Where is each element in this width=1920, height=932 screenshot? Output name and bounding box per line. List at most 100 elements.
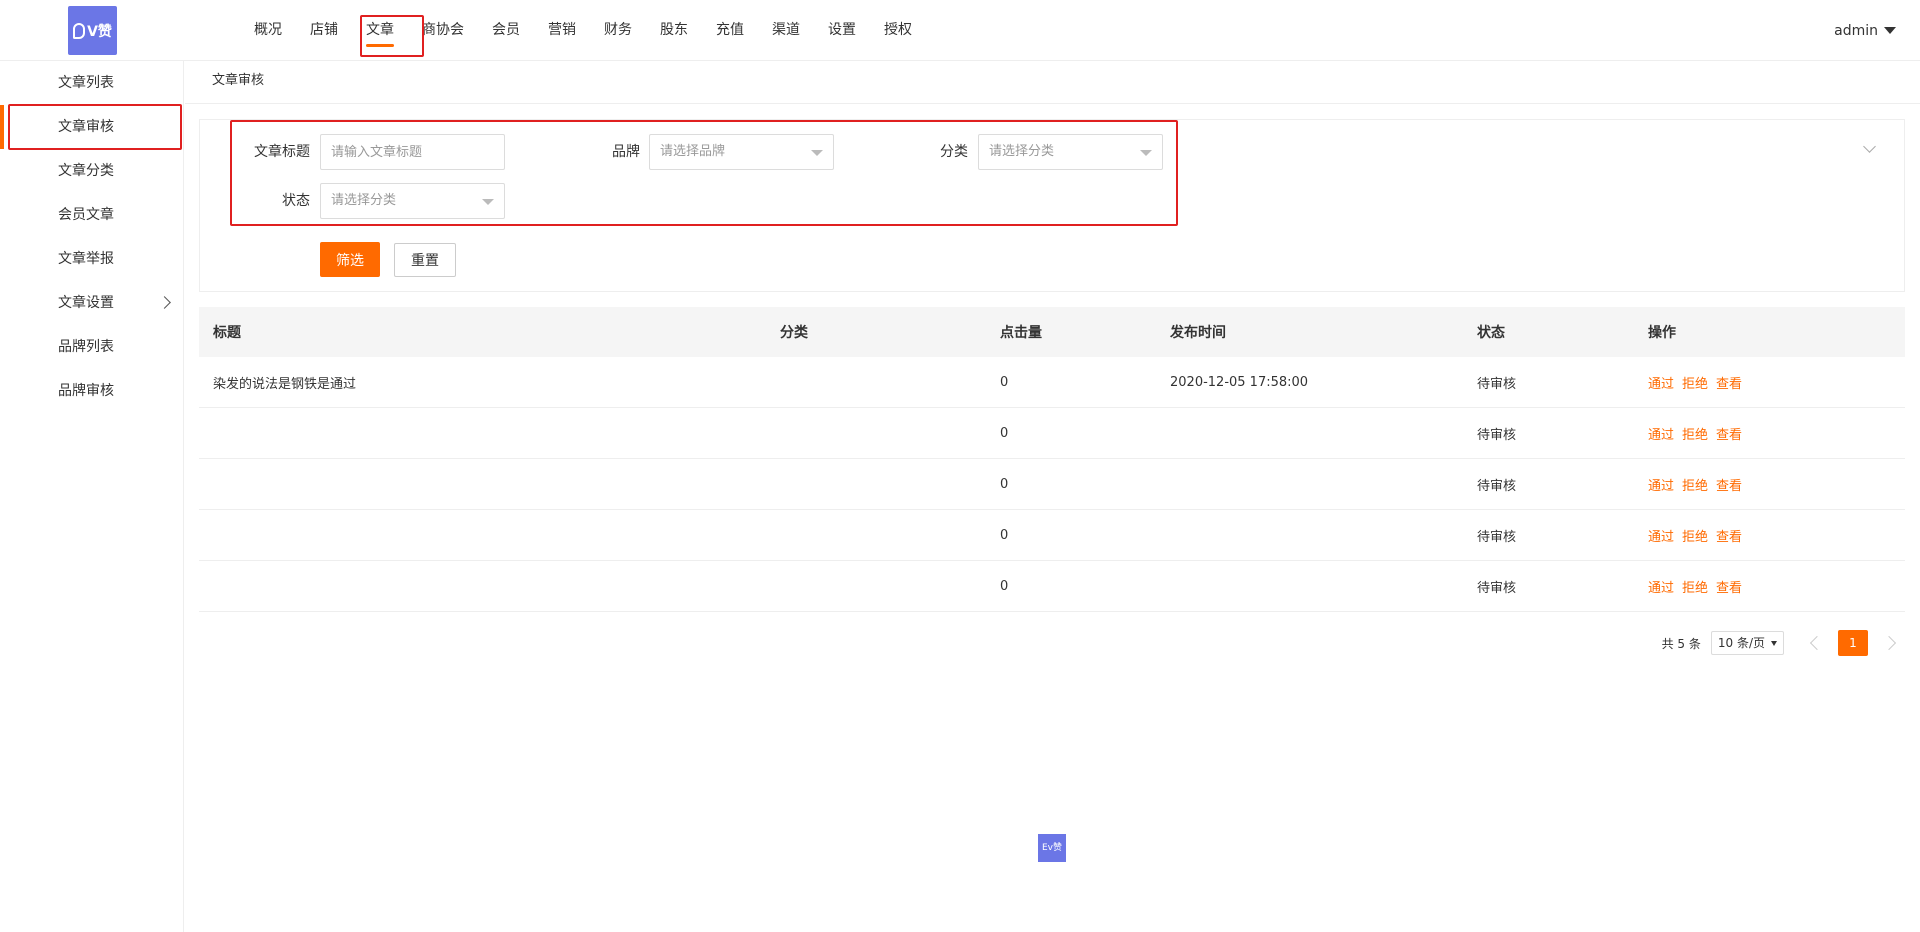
logo-text: V赞	[87, 23, 112, 40]
view-link[interactable]: 查看	[1716, 377, 1742, 392]
approve-link[interactable]: 通过	[1648, 479, 1674, 494]
category-select-placeholder: 请选择分类	[989, 144, 1055, 159]
reject-link[interactable]: 拒绝	[1682, 479, 1708, 494]
page-number-current[interactable]: 1	[1838, 630, 1868, 656]
page-size-select[interactable]: 10 条/页	[1710, 631, 1784, 655]
prev-page-icon[interactable]	[1809, 635, 1825, 651]
user-name: admin	[1834, 22, 1878, 39]
chevron-right-icon	[158, 296, 171, 309]
sidebar-item-5[interactable]: 文章设置	[0, 281, 183, 325]
sidebar-item-0[interactable]: 文章列表	[0, 61, 183, 105]
nav-item-4[interactable]: 会员	[478, 0, 534, 61]
status-filter-label: 状态	[282, 193, 310, 209]
table-row: 0 待审核 通过 拒绝 查看	[199, 459, 1905, 510]
logo-e-mark	[73, 22, 86, 39]
cell-publish-time: 2020-12-05 17:58:00	[1170, 374, 1309, 390]
nav-item-0[interactable]: 概况	[240, 0, 296, 61]
title-search-input[interactable]	[320, 134, 505, 170]
collapse-chevron-icon[interactable]	[1863, 140, 1876, 153]
filter-reset-button[interactable]: 重置	[394, 243, 456, 277]
pagination-total: 共 5 条	[1661, 636, 1701, 651]
cell-actions: 通过 拒绝 查看	[1648, 526, 1905, 545]
sidebar-item-label: 品牌审核	[58, 383, 114, 399]
sidebar-active-indicator	[0, 105, 4, 149]
approve-link[interactable]: 通过	[1648, 581, 1674, 596]
cell-clicks: 0	[1000, 527, 1009, 543]
nav-item-label: 文章	[366, 22, 394, 38]
cell-status: 待审核	[1477, 427, 1517, 443]
nav-item-label: 概况	[254, 22, 282, 38]
cell-actions: 通过 拒绝 查看	[1648, 475, 1905, 494]
sidebar-item-2[interactable]: 文章分类	[0, 149, 183, 193]
sidebar-item-1[interactable]: 文章审核	[0, 105, 183, 149]
view-link[interactable]: 查看	[1716, 479, 1742, 494]
sidebar-item-label: 文章分类	[58, 163, 114, 179]
approve-link[interactable]: 通过	[1648, 530, 1674, 545]
breadcrumb: 文章审核	[185, 61, 1920, 104]
reject-link[interactable]: 拒绝	[1682, 428, 1708, 443]
header-category: 分类	[780, 325, 808, 341]
nav-item-2[interactable]: 文章	[352, 0, 408, 61]
filter-submit-button[interactable]: 筛选	[320, 242, 380, 277]
main-nav: 概况 店铺 文章 商协会 会员 营销 财务 股东 充值 渠道 设置 授权	[240, 0, 926, 61]
nav-item-1[interactable]: 店铺	[296, 0, 352, 61]
nav-item-3[interactable]: 商协会	[408, 0, 478, 61]
brand-select-placeholder: 请选择品牌	[660, 144, 726, 159]
reject-link[interactable]: 拒绝	[1682, 581, 1708, 596]
nav-item-9[interactable]: 渠道	[758, 0, 814, 61]
brand-filter-label: 品牌	[612, 144, 640, 160]
reject-link[interactable]: 拒绝	[1682, 530, 1708, 545]
cell-actions: 通过 拒绝 查看	[1648, 577, 1905, 596]
cell-status: 待审核	[1477, 478, 1517, 494]
view-link[interactable]: 查看	[1716, 530, 1742, 545]
dropdown-arrow-icon	[1140, 150, 1152, 156]
nav-item-6[interactable]: 财务	[590, 0, 646, 61]
article-review-table: 标题 分类 点击量 发布时间 状态 操作 染发的说法是钢铁是通过 0 2020-12…	[199, 307, 1905, 612]
caret-down-icon	[1771, 640, 1777, 646]
dropdown-arrow-icon	[482, 199, 494, 205]
sidebar-item-6[interactable]: 品牌列表	[0, 325, 183, 369]
sidebar-item-7[interactable]: 品牌审核	[0, 369, 183, 413]
sidebar-item-label: 品牌列表	[58, 339, 114, 355]
table-row: 0 待审核 通过 拒绝 查看	[199, 510, 1905, 561]
header-actions: 操作	[1648, 325, 1676, 341]
cell-status: 待审核	[1477, 529, 1517, 545]
nav-item-label: 商协会	[422, 22, 464, 38]
view-link[interactable]: 查看	[1716, 428, 1742, 443]
table-row: 0 待审核 通过 拒绝 查看	[199, 561, 1905, 612]
next-page-icon[interactable]	[1881, 635, 1897, 651]
sidebar-item-label: 会员文章	[58, 207, 114, 223]
status-select-placeholder: 请选择分类	[331, 193, 397, 208]
sidebar: 文章列表文章审核文章分类会员文章文章举报文章设置品牌列表品牌审核	[0, 61, 184, 932]
sidebar-item-label: 文章审核	[58, 119, 114, 135]
cell-clicks: 0	[1000, 374, 1009, 390]
table-header: 标题 分类 点击量 发布时间 状态 操作	[199, 307, 1905, 357]
nav-item-10[interactable]: 设置	[814, 0, 870, 61]
cell-actions: 通过 拒绝 查看	[1648, 373, 1905, 392]
cell-status: 待审核	[1477, 580, 1517, 596]
nav-item-7[interactable]: 股东	[646, 0, 702, 61]
view-link[interactable]: 查看	[1716, 581, 1742, 596]
status-select[interactable]: 请选择分类	[320, 183, 505, 219]
dropdown-arrow-icon	[811, 150, 823, 156]
nav-item-11[interactable]: 授权	[870, 0, 926, 61]
reject-link[interactable]: 拒绝	[1682, 377, 1708, 392]
nav-item-8[interactable]: 充值	[702, 0, 758, 61]
sidebar-item-4[interactable]: 文章举报	[0, 237, 183, 281]
table-row: 染发的说法是钢铁是通过 0 2020-12-05 17:58:00 待审核 通过 拒绝 查看	[199, 357, 1905, 408]
approve-link[interactable]: 通过	[1648, 377, 1674, 392]
category-select[interactable]: 请选择分类	[978, 134, 1163, 170]
approve-link[interactable]: 通过	[1648, 428, 1674, 443]
footer-logo: Ev赞	[1038, 834, 1066, 862]
sidebar-item-3[interactable]: 会员文章	[0, 193, 183, 237]
user-menu[interactable]: admin	[1834, 0, 1896, 61]
category-filter-label: 分类	[940, 144, 968, 160]
top-bar: V赞 概况 店铺 文章 商协会 会员 营销 财务 股东 充值 渠道 设置 授权 admin	[0, 0, 1920, 61]
brand-select[interactable]: 请选择品牌	[649, 134, 834, 170]
nav-item-5[interactable]: 营销	[534, 0, 590, 61]
cell-clicks: 0	[1000, 425, 1009, 441]
brand-logo[interactable]: V赞	[68, 6, 117, 55]
nav-item-label: 营销	[548, 22, 576, 38]
title-filter-label: 文章标题	[254, 144, 310, 160]
sidebar-item-label: 文章举报	[58, 251, 114, 267]
